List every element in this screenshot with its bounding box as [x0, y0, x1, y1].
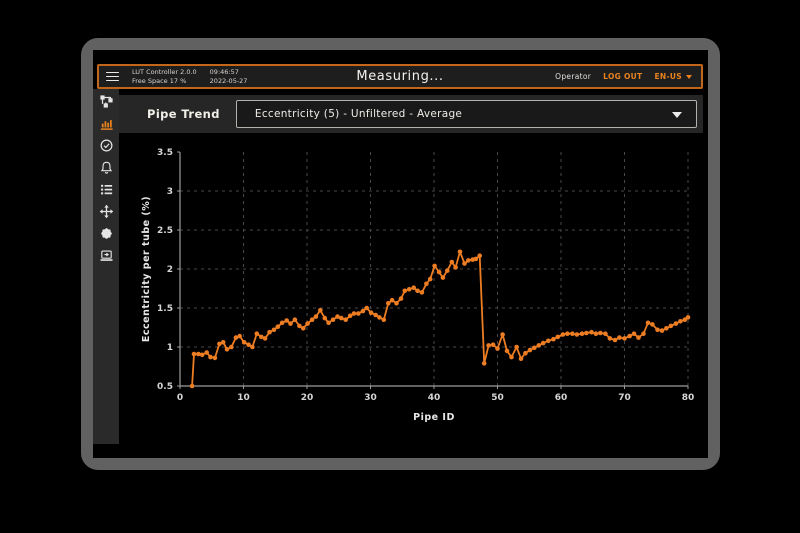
sidebar-item-alarms[interactable] [95, 160, 117, 175]
bar-chart-icon [99, 116, 114, 131]
sidebar [93, 89, 119, 444]
sidebar-item-network[interactable] [95, 94, 117, 109]
sidebar-item-system[interactable] [95, 248, 117, 263]
svg-text:3: 3 [167, 187, 173, 197]
svg-text:Pipe ID: Pipe ID [413, 412, 455, 423]
trend-dropdown[interactable]: Eccentricity (5) - Unfiltered - Average [236, 100, 697, 128]
free-space: Free Space 17 % [132, 78, 197, 85]
svg-text:2.5: 2.5 [157, 226, 173, 236]
sidebar-item-check[interactable] [95, 138, 117, 153]
trend-dropdown-value: Eccentricity (5) - Unfiltered - Average [255, 108, 462, 120]
app-version: LUT Controller 2.0.0 [132, 69, 197, 76]
clock-date: 2022-05-27 [210, 78, 248, 85]
clock-time: 09:46:57 [210, 69, 248, 76]
svg-text:80: 80 [682, 393, 695, 403]
svg-text:2: 2 [167, 265, 173, 275]
top-bar-right: Operator LOG OUT EN-US [555, 72, 692, 81]
sidebar-item-settings[interactable] [95, 226, 117, 241]
chevron-down-icon [686, 75, 692, 79]
sidebar-item-move[interactable] [95, 204, 117, 219]
screenshot-stage: LUT Controller 2.0.0 Free Space 17 % 09:… [0, 0, 800, 533]
svg-text:1: 1 [167, 343, 173, 353]
datetime-info: 09:46:57 2022-05-27 [210, 69, 248, 85]
svg-text:3.5: 3.5 [157, 148, 173, 158]
svg-text:20: 20 [301, 393, 314, 403]
top-bar: LUT Controller 2.0.0 Free Space 17 % 09:… [97, 64, 703, 89]
svg-text:60: 60 [555, 393, 568, 403]
app-info: LUT Controller 2.0.0 Free Space 17 % [132, 69, 197, 85]
svg-text:70: 70 [618, 393, 631, 403]
check-circle-icon [99, 138, 114, 153]
logout-button[interactable]: LOG OUT [603, 72, 642, 81]
laptop-update-icon [99, 248, 114, 263]
dropdown-caret-icon [672, 112, 682, 118]
device-frame: LUT Controller 2.0.0 Free Space 17 % 09:… [81, 38, 720, 470]
network-topology-icon [99, 94, 114, 109]
svg-text:10: 10 [237, 393, 250, 403]
list-icon [99, 182, 114, 197]
svg-text:30: 30 [364, 393, 377, 403]
gear-icon [99, 226, 114, 241]
bell-icon [99, 160, 114, 175]
svg-text:1.5: 1.5 [157, 304, 173, 314]
svg-text:50: 50 [491, 393, 504, 403]
app-window: LUT Controller 2.0.0 Free Space 17 % 09:… [93, 50, 708, 458]
trend-label: Pipe Trend [147, 107, 220, 121]
trend-chart: 0 10 20 30 40 50 60 70 80 0.5 1 1.5 2 2.5 3 3.5 Pipe ID E… [119, 133, 708, 458]
svg-text:40: 40 [428, 393, 441, 403]
trend-selector-row: Pipe Trend Eccentricity (5) - Unfiltered… [119, 95, 703, 133]
user-role: Operator [555, 72, 591, 81]
sidebar-item-list[interactable] [95, 182, 117, 197]
sidebar-item-trend-chart[interactable] [95, 116, 117, 131]
menu-icon[interactable] [106, 72, 119, 81]
svg-text:0.5: 0.5 [157, 382, 173, 392]
language-selector[interactable]: EN-US [654, 72, 692, 81]
move-arrows-icon [99, 204, 114, 219]
chart-area: 0 10 20 30 40 50 60 70 80 0.5 1 1.5 2 2.5 3 3.5 Pipe ID E… [119, 133, 708, 458]
language-label: EN-US [654, 72, 682, 81]
svg-text:Eccentricity per tube (%): Eccentricity per tube (%) [141, 196, 152, 342]
svg-text:0: 0 [177, 393, 183, 403]
